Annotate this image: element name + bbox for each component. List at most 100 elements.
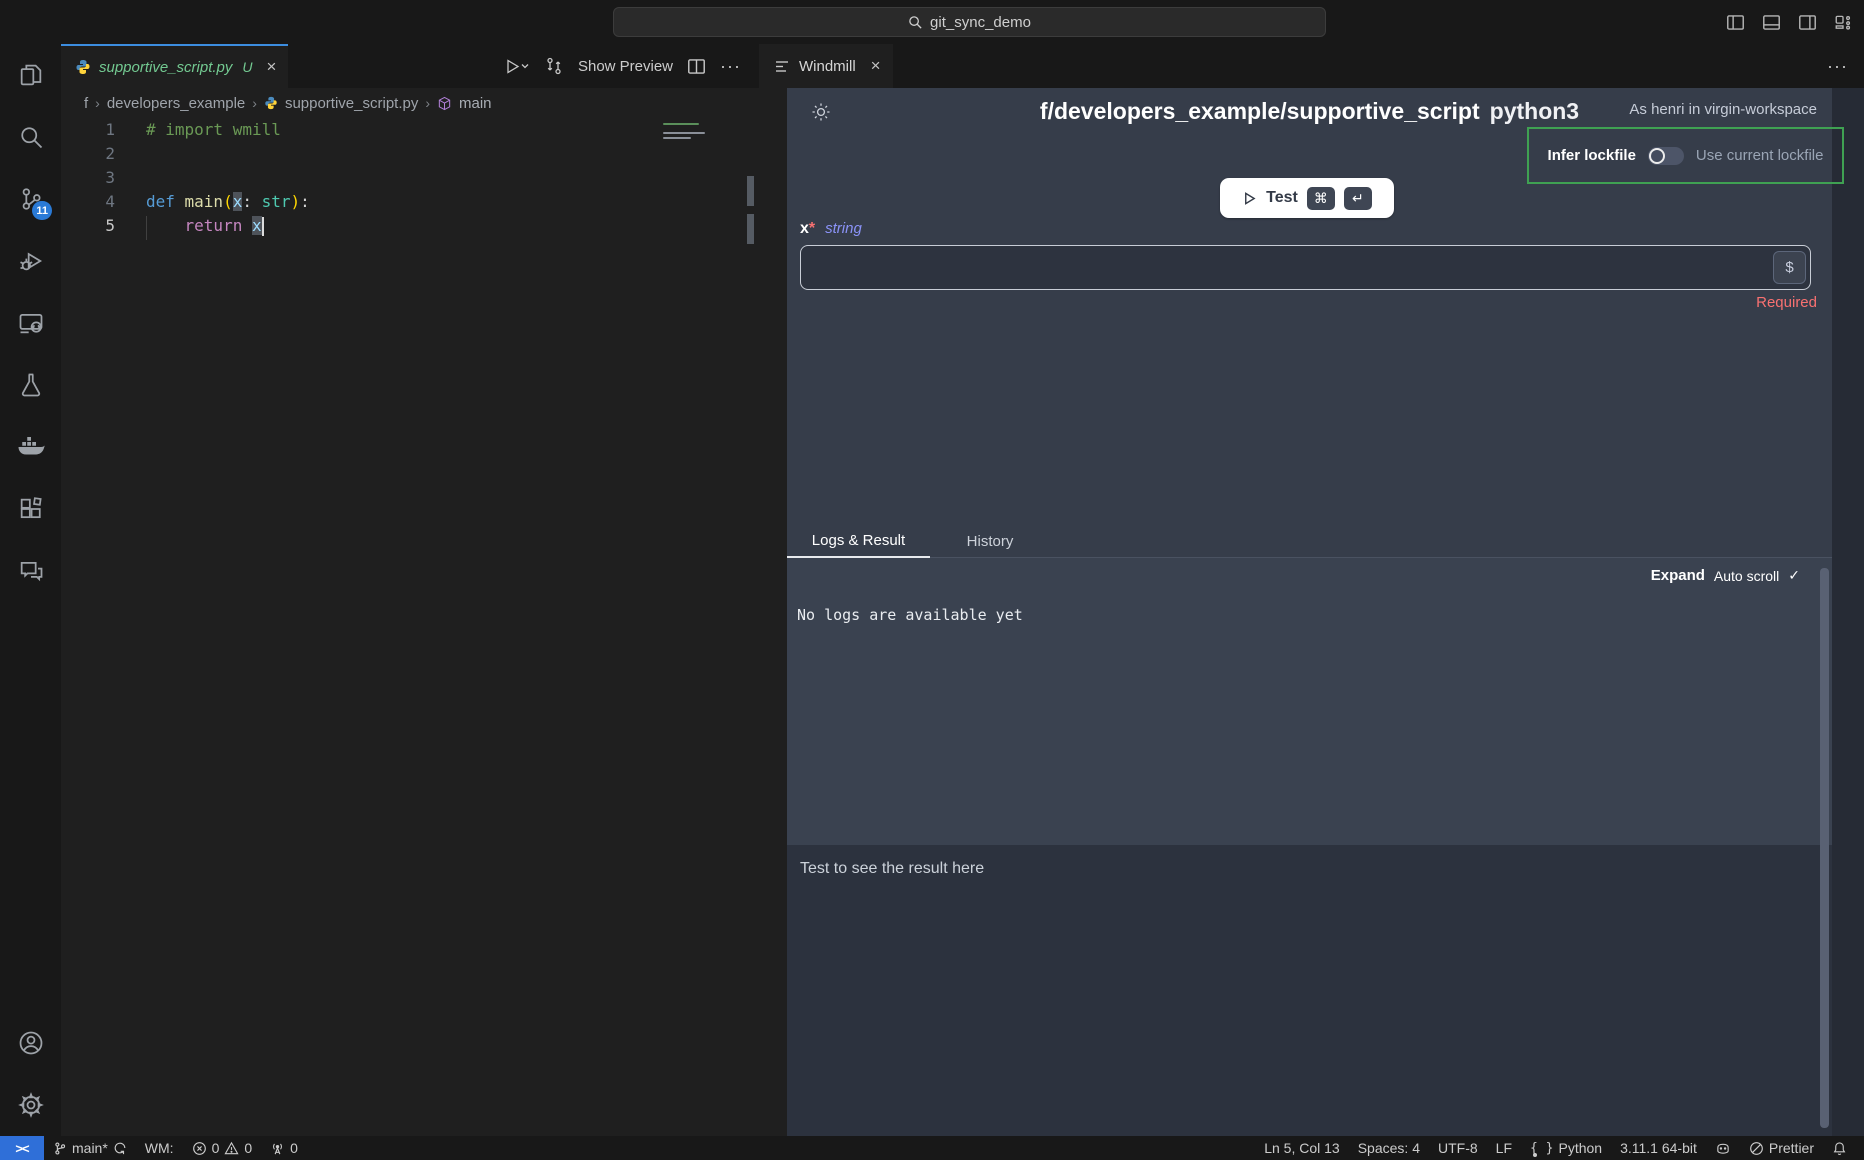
editor-more-actions-icon[interactable]: ··· bbox=[720, 56, 741, 77]
tab-history[interactable]: History bbox=[930, 525, 1050, 558]
tab-windmill[interactable]: Windmill × bbox=[759, 44, 893, 88]
breadcrumb-folder[interactable]: developers_example bbox=[107, 95, 245, 112]
tab-logs-result[interactable]: Logs & Result bbox=[787, 525, 930, 558]
ports-item[interactable]: 0 bbox=[261, 1136, 307, 1160]
result-tab-bar: Logs & Result History bbox=[787, 525, 1050, 558]
cursor-position-item[interactable]: Ln 5, Col 13 bbox=[1255, 1136, 1349, 1160]
python-file-icon bbox=[264, 96, 278, 110]
webview-left-margin bbox=[759, 88, 787, 1136]
breadcrumb-root[interactable]: f bbox=[84, 95, 88, 112]
source-control-icon[interactable]: 11 bbox=[0, 168, 61, 230]
play-icon bbox=[1242, 191, 1257, 206]
lockfile-toggle[interactable] bbox=[1648, 147, 1684, 165]
split-editor-icon[interactable] bbox=[687, 57, 706, 76]
copilot-item[interactable] bbox=[1706, 1136, 1740, 1160]
docker-icon[interactable] bbox=[0, 416, 61, 478]
settings-gear-icon[interactable] bbox=[0, 1074, 61, 1136]
run-python-file-icon[interactable] bbox=[505, 58, 530, 75]
scm-badge: 11 bbox=[32, 201, 52, 220]
warning-icon bbox=[224, 1141, 239, 1156]
search-icon[interactable] bbox=[0, 106, 61, 168]
customize-layout-icon[interactable] bbox=[1834, 13, 1852, 31]
encoding-item[interactable]: UTF-8 bbox=[1429, 1136, 1487, 1160]
windmill-status-item[interactable]: WM: bbox=[136, 1136, 183, 1160]
panel-more-actions-icon[interactable]: ··· bbox=[1827, 56, 1848, 77]
run-debug-icon[interactable] bbox=[0, 230, 61, 292]
indent-guide bbox=[146, 216, 147, 240]
lockfile-options-box: Infer lockfile Use current lockfile bbox=[1527, 127, 1844, 184]
testing-icon[interactable] bbox=[0, 354, 61, 416]
command-center-search[interactable]: git_sync_demo bbox=[613, 7, 1326, 37]
activity-bar: 11 bbox=[0, 44, 61, 1136]
code-line-3: 3 bbox=[61, 166, 759, 190]
bell-icon bbox=[1832, 1141, 1847, 1156]
prettier-item[interactable]: Prettier bbox=[1740, 1136, 1823, 1160]
result-panel: Test to see the result here bbox=[787, 845, 1832, 1136]
copilot-icon bbox=[1715, 1141, 1731, 1156]
code-line-1: 1 # import wmill bbox=[61, 118, 759, 142]
autoscroll-label[interactable]: Auto scroll bbox=[1714, 568, 1779, 584]
python-version-item[interactable]: 3.11.1 64-bit bbox=[1611, 1136, 1706, 1160]
account-icon[interactable] bbox=[0, 1012, 61, 1074]
extensions-icon[interactable] bbox=[0, 478, 61, 540]
git-branch-item[interactable]: main* bbox=[44, 1136, 136, 1160]
python-file-icon bbox=[75, 59, 91, 75]
panel-tab-bar: Windmill × ··· bbox=[759, 44, 1864, 88]
open-changes-icon[interactable] bbox=[544, 56, 564, 76]
tab-close-icon[interactable]: × bbox=[871, 56, 881, 76]
toggle-sidebar-right-icon[interactable] bbox=[1798, 13, 1817, 32]
user-workspace-context: As henri in virgin-workspace bbox=[1629, 101, 1817, 118]
test-button[interactable]: Test ⌘ ↵ bbox=[1220, 178, 1394, 218]
overview-ruler-mark bbox=[747, 214, 754, 244]
broadcast-tower-icon bbox=[270, 1141, 285, 1156]
required-message: Required bbox=[1756, 294, 1817, 311]
webview-scrollbar[interactable] bbox=[1820, 568, 1829, 1128]
language-mode-item[interactable]: { } Python bbox=[1521, 1136, 1611, 1160]
argument-label: x*string bbox=[800, 220, 862, 238]
remote-explorer-icon[interactable] bbox=[0, 292, 61, 354]
explorer-icon[interactable] bbox=[0, 44, 61, 106]
symbol-cube-icon bbox=[437, 96, 452, 111]
tab-git-status: U bbox=[242, 59, 252, 75]
tab-close-icon[interactable]: × bbox=[267, 57, 277, 77]
minimap[interactable] bbox=[663, 123, 699, 125]
problems-item[interactable]: 0 0 bbox=[183, 1136, 262, 1160]
code-line-5: 5 return x bbox=[61, 214, 759, 238]
breadcrumb: f › developers_example › supportive_scri… bbox=[61, 88, 759, 118]
circle-slash-icon bbox=[1749, 1141, 1764, 1156]
tab-supportive-script[interactable]: supportive_script.py U × bbox=[61, 44, 288, 88]
enter-key-icon: ↵ bbox=[1344, 187, 1372, 210]
code-line-4: 4 def main(x: str): bbox=[61, 190, 759, 214]
breadcrumb-symbol[interactable]: main bbox=[459, 95, 492, 112]
breadcrumb-file[interactable]: supportive_script.py bbox=[285, 95, 418, 112]
notifications-item[interactable] bbox=[1823, 1136, 1856, 1160]
toggle-panel-icon[interactable] bbox=[1762, 13, 1781, 32]
check-icon: ✓ bbox=[1788, 567, 1800, 584]
eol-item[interactable]: LF bbox=[1487, 1136, 1521, 1160]
search-icon bbox=[908, 15, 923, 30]
toggle-knob bbox=[1649, 148, 1665, 164]
variable-picker-button[interactable]: $ bbox=[1773, 251, 1806, 284]
indentation-item[interactable]: Spaces: 4 bbox=[1349, 1136, 1429, 1160]
sync-icon bbox=[113, 1141, 127, 1155]
use-current-lockfile-label: Use current lockfile bbox=[1696, 147, 1824, 164]
windmill-group: Windmill × ··· f/developers_example/supp… bbox=[759, 44, 1864, 1136]
remote-indicator[interactable]: >< bbox=[0, 1136, 44, 1160]
error-icon bbox=[192, 1141, 207, 1156]
tab-label: supportive_script.py bbox=[99, 59, 232, 76]
required-star: * bbox=[809, 220, 815, 237]
argument-type: string bbox=[825, 220, 862, 237]
editor-group: supportive_script.py U × Show Preview ··… bbox=[61, 44, 759, 1136]
code-line-2: 2 bbox=[61, 142, 759, 166]
minimap[interactable] bbox=[663, 137, 691, 139]
cmd-key-icon: ⌘ bbox=[1307, 187, 1335, 210]
argument-x-input[interactable] bbox=[800, 245, 1811, 290]
preview-lines-icon bbox=[775, 60, 790, 73]
result-placeholder: Test to see the result here bbox=[800, 860, 984, 878]
show-preview-button[interactable]: Show Preview bbox=[578, 58, 673, 75]
expand-button[interactable]: Expand bbox=[1651, 567, 1705, 584]
toggle-sidebar-left-icon[interactable] bbox=[1726, 13, 1745, 32]
code-editor[interactable]: 1 # import wmill 2 3 4 def main(x: str):… bbox=[61, 118, 759, 1136]
minimap[interactable] bbox=[663, 132, 705, 134]
chat-icon[interactable] bbox=[0, 540, 61, 602]
